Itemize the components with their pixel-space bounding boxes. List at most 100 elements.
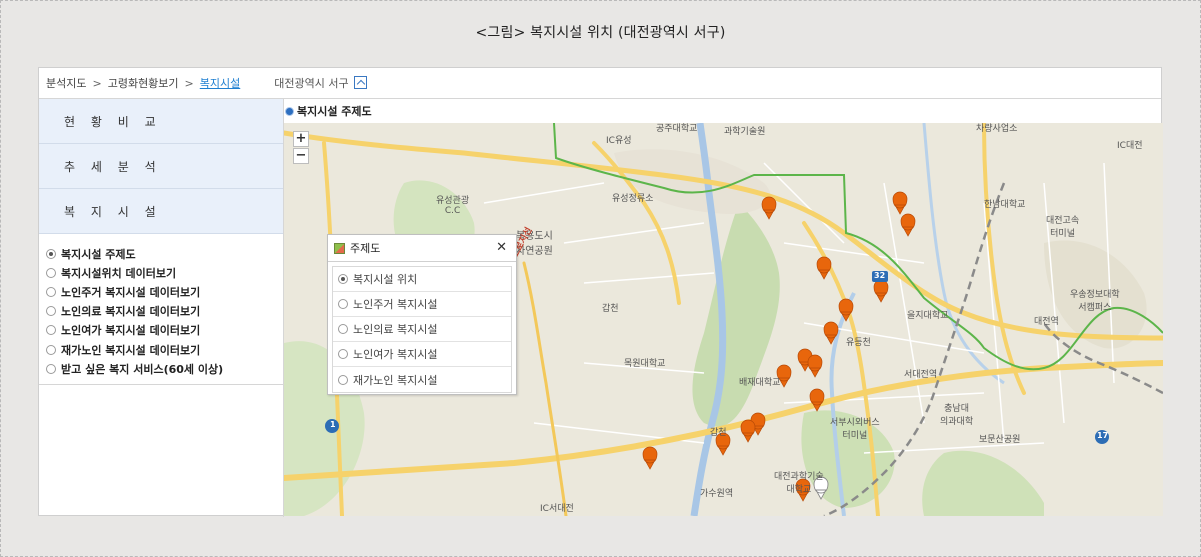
radio-icon[interactable] <box>46 325 56 336</box>
label-route-17: 17 <box>1097 431 1109 440</box>
option-label: 노인주거 복지시설 데이터보기 <box>61 285 201 299</box>
legend-option-label: 재가노인 복지시설 <box>353 373 438 387</box>
label-seobu-terminal: 서부시외버스 터미널 <box>830 418 880 441</box>
radio-icon[interactable] <box>46 286 56 297</box>
map-marker-icon[interactable] <box>873 279 889 303</box>
close-icon[interactable]: ✕ <box>496 240 507 255</box>
radio-icon[interactable] <box>46 267 56 278</box>
sidebar: 현 황 비 교 추 세 분 석 복 지 시 설 복지시설 주제도 복지시설위치 … <box>39 99 284 517</box>
label-seodaejeon-ic: IC서대전 <box>540 504 574 514</box>
zoom-out-button[interactable]: − <box>293 148 309 164</box>
legend-title: 주제도 <box>350 242 381 255</box>
option-theme-map[interactable]: 복지시설 주제도 <box>46 244 283 263</box>
option-medical-data[interactable]: 노인의료 복지시설 데이터보기 <box>46 302 283 321</box>
radio-icon[interactable] <box>46 344 56 355</box>
map-view[interactable]: IC유성 공주대학교 과학기술원 차량사업소 IC대전 유성정류소 유성관광 C… <box>284 123 1163 516</box>
option-label: 받고 싶은 복지 서비스(60세 이상) <box>61 362 224 376</box>
legend-option-label: 복지시설 위치 <box>353 273 418 286</box>
legend-option-facility-location[interactable]: 복지시설 위치 <box>333 267 511 292</box>
sidebar-button-status-compare[interactable]: 현 황 비 교 <box>39 99 283 144</box>
map-marker-icon[interactable] <box>892 191 908 215</box>
label-chungnam-hosp: 충남대 의과대학 <box>940 404 974 427</box>
radio-icon[interactable] <box>338 324 348 334</box>
legend-option-housing[interactable]: 노인주거 복지시설 <box>333 292 511 317</box>
label-gasuwon-station: 가수원역 <box>700 489 734 499</box>
legend-options: 복지시설 위치 노인주거 복지시설 노인의료 복지시설 노인여가 복지시설 재가… <box>332 266 512 393</box>
region-label: 대전광역시 서구 <box>274 77 349 90</box>
label-daejeon-station: 대전역 <box>1034 317 1059 327</box>
legend-option-label: 노인의료 복지시설 <box>353 323 438 336</box>
option-homecare-data[interactable]: 재가노인 복지시설 데이터보기 <box>46 340 283 359</box>
label-bomunsan-park: 보문산공원 <box>979 435 1021 445</box>
legend-option-leisure[interactable]: 노인여가 복지시설 <box>333 342 511 367</box>
app-window: 분석지도 > 고령화현황보기 > 복지시설 대전광역시 서구 현 황 비 교 추… <box>38 67 1163 517</box>
label-vehicle-depot: 차량사업소 <box>976 124 1018 134</box>
label-route-32: 32 <box>874 271 886 280</box>
breadcrumb-item-aging-status[interactable]: 고령화현황보기 <box>108 75 179 91</box>
green-area-bomunsan <box>922 450 1044 516</box>
legend-option-label: 노인주거 복지시설 <box>353 298 438 311</box>
theme-legend-panel: 주제도 ✕ 복지시설 위치 노인주거 복지시설 노인의료 복지시설 노인여가 복… <box>327 234 517 395</box>
sidebar-button-welfare-facility[interactable]: 복 지 시 설 <box>39 189 283 234</box>
breadcrumb-separator: > <box>184 76 194 90</box>
label-express-terminal: 대전고속 터미널 <box>1046 216 1080 239</box>
legend-option-label: 노인여가 복지시설 <box>353 348 438 361</box>
map-marker-icon[interactable] <box>900 213 916 237</box>
map-marker-icon[interactable] <box>642 446 658 470</box>
breadcrumb-separator: > <box>92 76 102 90</box>
label-daejeon-ic: IC대전 <box>1117 141 1143 151</box>
breadcrumb: 분석지도 > 고령화현황보기 > 복지시설 대전광역시 서구 <box>39 68 1161 99</box>
label-yuseong-cc: 유성관광 C.C <box>436 196 470 216</box>
chevron-up-icon[interactable] <box>353 75 367 89</box>
label-paichai-univ: 배재대학교 <box>739 378 781 388</box>
label-seodaejeon-station: 서대전역 <box>904 370 938 380</box>
option-label: 노인의료 복지시설 데이터보기 <box>61 305 201 319</box>
label-mokwon-univ: 목원대학교 <box>624 359 666 369</box>
label-yuseong-ic: IC유성 <box>606 136 632 146</box>
option-location-data[interactable]: 복지시설위치 데이터보기 <box>46 263 283 282</box>
option-leisure-data[interactable]: 노인여가 복지시설 데이터보기 <box>46 321 283 340</box>
label-daejeon-tech: 대전과학기술 대학교 <box>774 472 824 495</box>
theme-map-icon <box>334 242 345 254</box>
radio-selected-icon[interactable] <box>46 248 56 259</box>
map-marker-icon[interactable] <box>761 196 777 220</box>
option-label: 복지시설위치 데이터보기 <box>61 266 177 280</box>
sidebar-button-trend-analysis[interactable]: 추 세 분 석 <box>39 144 283 189</box>
map-marker-icon[interactable] <box>816 256 832 280</box>
radio-icon[interactable] <box>46 306 56 317</box>
label-gapcheon-station: 갑천 <box>710 428 727 438</box>
option-label: 복지시설 주제도 <box>61 247 136 261</box>
radio-selected-icon[interactable] <box>338 274 348 284</box>
label-woosong-univ: 우송정보대학 서캠퍼스 <box>1070 290 1120 313</box>
legend-option-homecare[interactable]: 재가노인 복지시설 <box>333 367 511 392</box>
radio-icon[interactable] <box>338 374 348 385</box>
green-area-wolpyeong <box>692 203 780 427</box>
label-gapcheon: 갑천 <box>602 304 619 314</box>
figure-caption: <그림> 복지시설 위치 (대전광역시 서구) <box>475 25 726 41</box>
bullet-icon <box>286 107 293 115</box>
zoom-in-button[interactable]: + <box>293 131 309 147</box>
label-science-high: 과학기술원 <box>724 127 766 137</box>
label-gongju-univ: 공주대학교 <box>656 124 698 134</box>
map-title: 복지시설 주제도 <box>284 99 1163 123</box>
welfare-option-list: 복지시설 주제도 복지시설위치 데이터보기 노인주거 복지시설 데이터보기 노인… <box>39 234 283 386</box>
option-label: 노인여가 복지시설 데이터보기 <box>61 324 201 338</box>
label-route-1: 1 <box>330 420 336 429</box>
label-eulji-univ: 을지대학교 <box>907 311 949 321</box>
legend-option-medical[interactable]: 노인의료 복지시설 <box>333 317 511 342</box>
map-marker-icon[interactable] <box>740 419 756 443</box>
breadcrumb-item-welfare-facility[interactable]: 복지시설 <box>200 75 240 91</box>
legend-header: 주제도 ✕ <box>328 235 516 262</box>
label-yuseong-terminal: 유성정류소 <box>612 194 654 204</box>
label-hannam-univ: 한남대학교 <box>984 200 1026 210</box>
radio-icon[interactable] <box>46 363 56 374</box>
label-yudeungcheon: 유등천 <box>846 338 871 348</box>
radio-icon[interactable] <box>338 299 348 309</box>
map-title-text: 복지시설 주제도 <box>297 105 372 118</box>
map-marker-icon[interactable] <box>807 354 823 378</box>
radio-icon[interactable] <box>338 349 348 359</box>
breadcrumb-item-analysis-map[interactable]: 분석지도 <box>46 75 86 91</box>
option-label: 재가노인 복지시설 데이터보기 <box>61 343 201 357</box>
option-housing-data[interactable]: 노인주거 복지시설 데이터보기 <box>46 282 283 301</box>
option-desired-service[interactable]: 받고 싶은 복지 서비스(60세 이상) <box>46 359 283 378</box>
